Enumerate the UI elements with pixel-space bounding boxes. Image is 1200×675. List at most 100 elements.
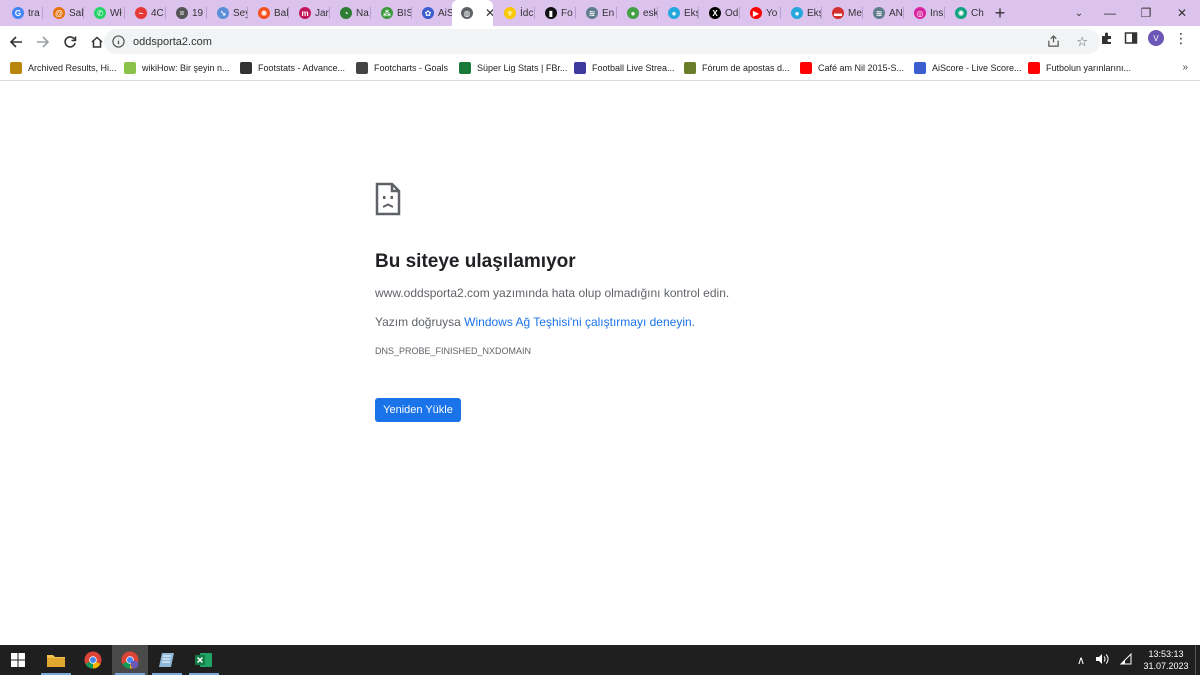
tab-title: Fo (561, 7, 573, 19)
tab[interactable]: ✿ AiS (411, 0, 452, 26)
tab[interactable]: ▶ Yo (739, 0, 780, 26)
reload-page-button[interactable] (58, 30, 82, 54)
share-icon[interactable] (1047, 35, 1060, 48)
side-panel-icon[interactable] (1124, 31, 1138, 45)
bookmark-favicon-icon (356, 62, 368, 74)
tab[interactable]: ◎ Ins (903, 0, 944, 26)
tab-close-icon[interactable]: ✕ (485, 6, 493, 20)
tab[interactable]: ≋ En (575, 0, 616, 26)
tab-favicon-icon: ⚜ (504, 7, 516, 19)
bookmark-favicon-icon (10, 62, 22, 74)
close-window-button[interactable]: ✕ (1164, 6, 1200, 20)
tab[interactable]: ≋ AN (862, 0, 903, 26)
show-desktop-button[interactable] (1195, 645, 1200, 675)
tab-favicon-icon: ✺ (955, 7, 967, 19)
tab-strip: Gtra@Sal✆Wł~4C=19↘Sey✺BalmJar◔Na⁂BIS✿AiS… (0, 0, 1200, 26)
bookmark-item[interactable]: Futbolun yarınlarını... (1028, 62, 1131, 74)
tab[interactable]: ◔ Na (329, 0, 370, 26)
taskbar-file-explorer[interactable] (38, 645, 74, 675)
tab[interactable]: m Jar (288, 0, 329, 26)
star-icon[interactable]: ☆ (1076, 34, 1088, 50)
bookmark-label: Football Live Strea... (592, 63, 675, 73)
clock[interactable]: 13:53:13 31.07.2023 (1143, 648, 1189, 672)
profile-avatar[interactable]: V (1148, 30, 1164, 46)
tab[interactable]: ✺ Bal (247, 0, 288, 26)
tab-favicon-icon: = (176, 7, 188, 19)
tab-favicon-icon: ≋ (873, 7, 885, 19)
bookmark-favicon-icon (1028, 62, 1040, 74)
bookmark-item[interactable]: Fórum de apostas d... (684, 62, 790, 74)
tab-favicon-icon: ≋ (586, 7, 598, 19)
tab[interactable]: ⁂ BIS (370, 0, 411, 26)
back-button[interactable] (4, 30, 28, 54)
bookmark-item[interactable]: wikiHow: Bir şeyin n... (124, 62, 230, 74)
bookmark-item[interactable]: Süper Lig Stats | FBr... (459, 62, 567, 74)
tab-search-icon[interactable]: ⌄ (1066, 8, 1092, 19)
bookmark-favicon-icon (914, 62, 926, 74)
tab-favicon-icon: ✿ (422, 7, 434, 19)
tab[interactable]: ● esk (616, 0, 657, 26)
tab-favicon-icon: X (709, 7, 721, 19)
forward-button[interactable] (31, 30, 55, 54)
minimize-button[interactable]: — (1092, 6, 1128, 20)
excel-icon (195, 653, 212, 667)
bookmark-item[interactable]: Footcharts - Goals (356, 62, 448, 74)
bookmarks-bar: » Archived Results, Hi... wikiHow: Bir şe… (0, 57, 1200, 81)
volume-icon[interactable] (1095, 653, 1109, 668)
tab[interactable]: @ Sal (42, 0, 83, 26)
tab[interactable]: ▮ Fo (534, 0, 575, 26)
tray-overflow-icon[interactable]: ∧ (1077, 654, 1085, 667)
tab[interactable]: ● Ekş (780, 0, 821, 26)
tab[interactable]: ▬ Me (821, 0, 862, 26)
tab-title: Me (848, 7, 862, 19)
bookmark-item[interactable]: Footstats - Advance... (240, 62, 345, 74)
bookmark-item[interactable]: Football Live Strea... (574, 62, 675, 74)
taskbar-excel[interactable] (186, 645, 222, 675)
tab-title: Ch (971, 7, 984, 19)
address-bar[interactable]: oddsporta2.com ☆ (104, 29, 1100, 54)
menu-icon[interactable]: ⋮ (1174, 31, 1188, 45)
network-diagnostics-link[interactable]: Windows Ağ Teşhisi'ni çalıştırmayı deney… (464, 315, 692, 329)
taskbar-chrome-profile[interactable] (112, 645, 148, 675)
taskbar-chrome[interactable] (75, 645, 111, 675)
info-icon[interactable] (112, 35, 125, 48)
folder-icon (47, 655, 65, 667)
taskbar-notepad[interactable] (149, 645, 185, 675)
tab-favicon-icon: ● (627, 7, 639, 19)
tab[interactable]: ~4C (124, 0, 165, 26)
tab[interactable]: ✺ Ch (944, 0, 985, 26)
error-title: Bu siteye ulaşılamıyor (375, 251, 576, 272)
bookmark-favicon-icon (574, 62, 586, 74)
tab-favicon-icon: G (12, 7, 24, 19)
url-text[interactable]: oddsporta2.com (133, 36, 212, 48)
tab-favicon-icon: ✺ (258, 7, 270, 19)
network-icon[interactable] (1119, 652, 1133, 668)
tab[interactable]: X Od (698, 0, 739, 26)
tab[interactable]: ✆ Wł (83, 0, 124, 26)
tab[interactable]: ● Ekş (657, 0, 698, 26)
bookmarks-overflow-button[interactable]: » (1182, 62, 1188, 73)
reload-button[interactable]: Yeniden Yükle (375, 398, 461, 422)
tab-active[interactable]: ◍ ✕ (452, 0, 493, 26)
bookmark-item[interactable]: Café am Nil 2015-S... (800, 62, 904, 74)
clock-date: 31.07.2023 (1143, 661, 1189, 671)
tab-favicon-icon: @ (53, 7, 65, 19)
extensions-icon[interactable] (1100, 31, 1114, 45)
tab-favicon-icon: ▮ (545, 7, 557, 19)
tab[interactable]: = 19 (165, 0, 206, 26)
tab-title: En (602, 7, 615, 19)
tab-favicon-icon: ↘ (217, 7, 229, 19)
new-tab-button[interactable]: + (987, 0, 1013, 26)
tab[interactable]: ↘ Sey (206, 0, 247, 26)
sad-page-icon (375, 182, 401, 216)
restore-button[interactable]: ❐ (1128, 6, 1164, 20)
bookmark-item[interactable]: Archived Results, Hi... (10, 62, 117, 74)
tab[interactable]: Gtra (1, 0, 42, 26)
bookmark-item[interactable]: AiScore - Live Score... (914, 62, 1022, 74)
tab-favicon-icon: ▶ (750, 7, 762, 19)
notepad-icon (159, 653, 174, 667)
tab[interactable]: ⚜ İdc (493, 0, 534, 26)
start-button[interactable] (0, 645, 36, 675)
tab-title: Ins (930, 7, 944, 19)
bookmark-label: Footstats - Advance... (258, 63, 346, 73)
